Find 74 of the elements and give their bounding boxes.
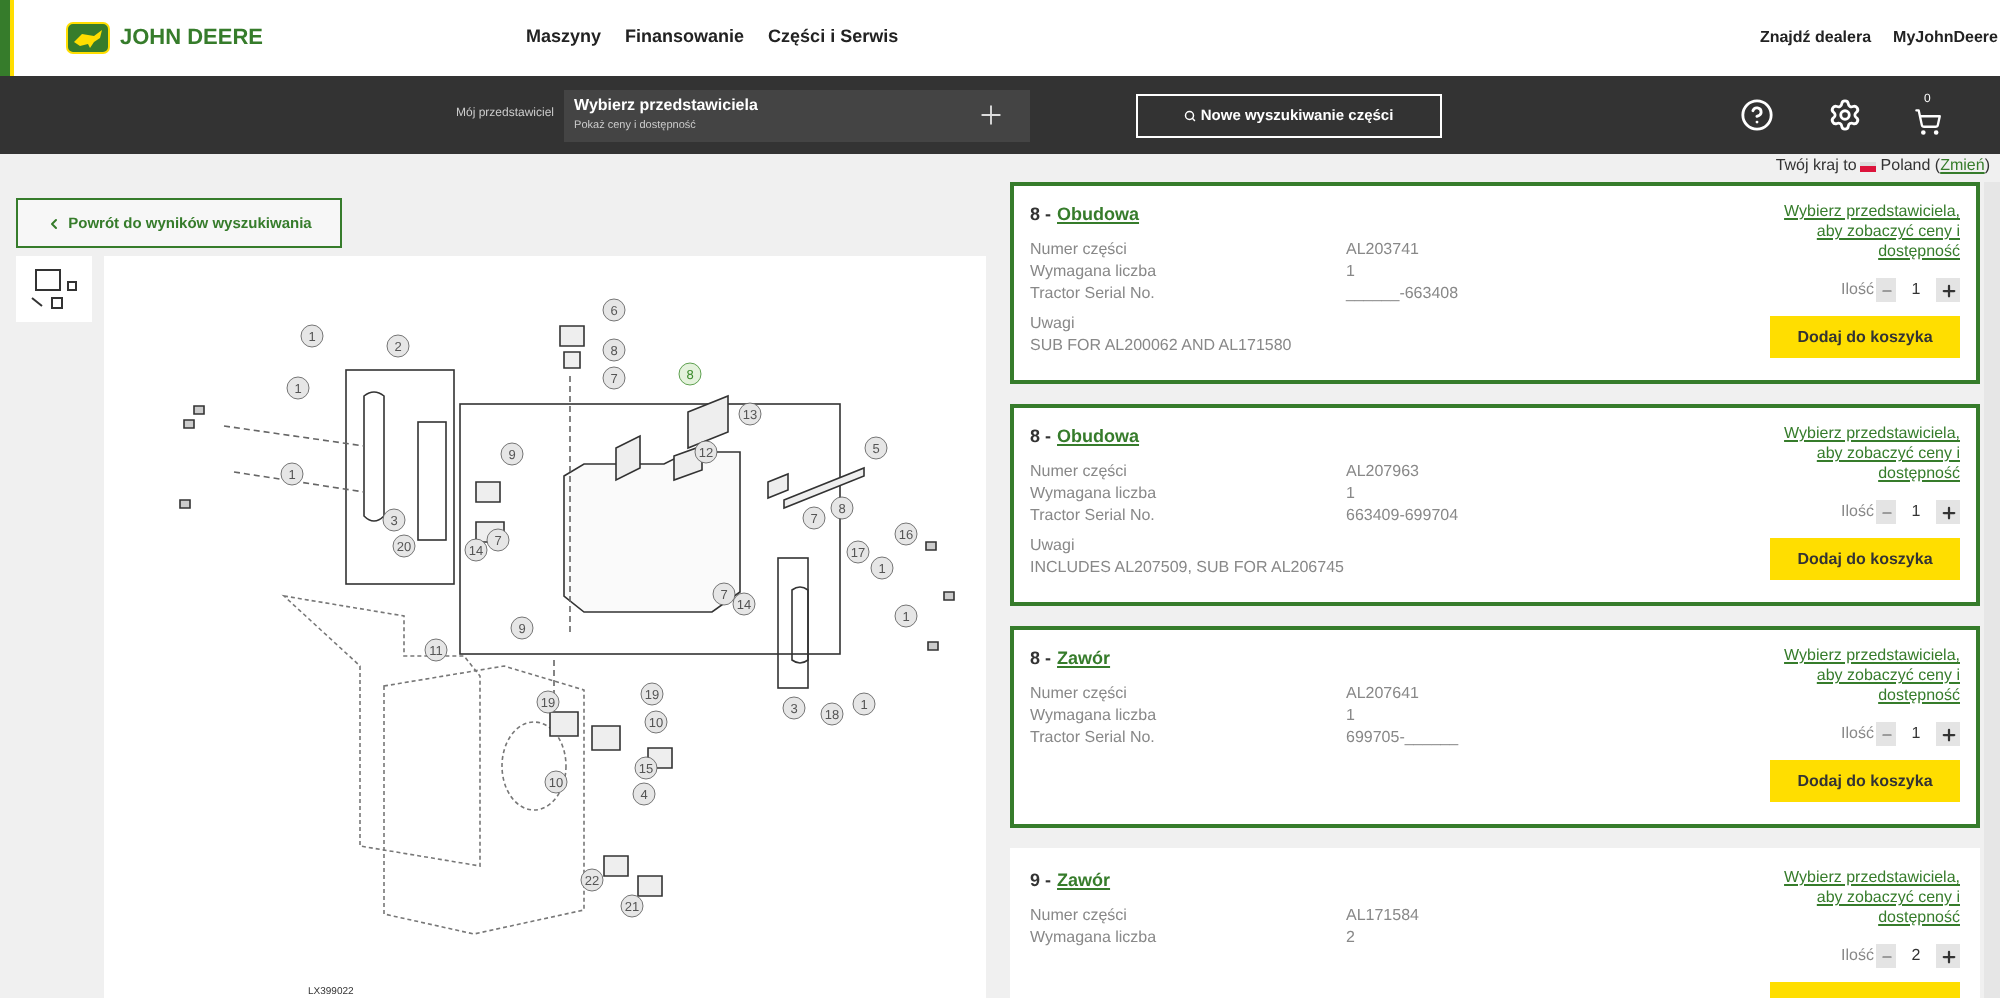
brand-name: JOHN DEERE xyxy=(120,23,264,54)
field-label: Numer części xyxy=(1030,237,1129,259)
price-availability-link[interactable]: Wybierz przedstawiciela, aby zobaczyć ceny i dostępność xyxy=(1780,868,1960,928)
increase-button[interactable] xyxy=(1936,722,1960,746)
part-name-link[interactable]: Zawór xyxy=(1057,646,1111,673)
field-value: 1 xyxy=(1346,703,1355,725)
poland-flag-icon xyxy=(1860,161,1877,171)
field-label: Tractor Serial No. xyxy=(1030,281,1157,303)
notes-label: Uwagi xyxy=(1030,311,1077,333)
nav-link[interactable]: Maszyny xyxy=(526,24,602,52)
field-label: Numer części xyxy=(1030,681,1129,703)
field-value: 2 xyxy=(1346,925,1355,947)
chevron-left-icon xyxy=(46,215,63,231)
field-label: Wymagana liczba xyxy=(1030,925,1159,947)
part-number: 8 - xyxy=(1030,424,1052,450)
plus-icon xyxy=(1939,947,1957,965)
field-value: AL207963 xyxy=(1346,459,1419,481)
field-label: Wymagana liczba xyxy=(1030,259,1159,281)
field-label: Wymagana liczba xyxy=(1030,703,1159,725)
quantity-label: Ilość xyxy=(1841,278,1874,302)
quantity-label: Ilość xyxy=(1841,944,1874,968)
field-value: 1 xyxy=(1346,481,1355,503)
deer-logo-icon xyxy=(66,22,110,54)
brand-stripe xyxy=(0,0,14,76)
increase-button[interactable] xyxy=(1936,944,1960,968)
price-availability-link[interactable]: Wybierz przedstawiciela, aby zobaczyć ceny i dostępność xyxy=(1780,202,1960,262)
field-value: ______-663408 xyxy=(1346,281,1459,303)
country-prefix: Twój kraj to xyxy=(1775,154,1857,178)
header-link[interactable]: MyJohnDeere xyxy=(1893,26,1998,50)
nav-link[interactable]: Części i Serwis xyxy=(768,24,899,52)
quantity-label: Ilość xyxy=(1841,500,1874,524)
field-label: Numer części xyxy=(1030,903,1129,925)
part-name-link[interactable]: Zawór xyxy=(1057,868,1111,895)
header-link[interactable]: Znajdź dealera xyxy=(1759,26,1872,50)
field-value: 663409-699704 xyxy=(1346,503,1459,525)
cart-icon xyxy=(1914,107,1943,135)
field-label: Tractor Serial No. xyxy=(1030,503,1157,525)
part-number: 8 - xyxy=(1030,646,1052,672)
part-number: 8 - xyxy=(1030,202,1052,228)
plus-icon xyxy=(1939,281,1957,299)
quantity-label: Ilość xyxy=(1841,722,1874,746)
plus-icon xyxy=(1939,725,1957,743)
part-name-link[interactable]: Obudowa xyxy=(1057,202,1140,229)
country-suffix: ) xyxy=(1984,154,1990,178)
search-icon xyxy=(1184,109,1197,121)
field-label: Wymagana liczba xyxy=(1030,481,1159,503)
field-label: Numer części xyxy=(1030,459,1129,481)
add-to-cart-button[interactable]: Dodaj do koszyka xyxy=(1770,760,1960,802)
dealer-title: Wybierz przedstawiciela xyxy=(574,94,758,119)
plus-icon xyxy=(1939,503,1957,521)
diagram-thumbnail[interactable] xyxy=(16,256,92,322)
increase-button[interactable] xyxy=(1936,500,1960,524)
part-number: 9 - xyxy=(1030,868,1052,894)
change-country-link[interactable]: Zmień xyxy=(1940,154,1985,178)
increase-button[interactable] xyxy=(1936,278,1960,302)
nav-link[interactable]: Finansowanie xyxy=(625,24,745,52)
notes-text: SUB FOR AL200062 AND AL171580 xyxy=(1030,333,1294,355)
notes-label: Uwagi xyxy=(1030,533,1077,555)
add-to-cart-button[interactable]: Dodaj do koszyka xyxy=(1770,538,1960,580)
field-label: Tractor Serial No. xyxy=(1030,725,1157,747)
part-name-link[interactable]: Obudowa xyxy=(1057,424,1140,451)
price-availability-link[interactable]: Wybierz przedstawiciela, aby zobaczyć ceny i dostępność xyxy=(1780,646,1960,706)
country-name: Poland ( xyxy=(1880,154,1941,178)
add-to-cart-button[interactable]: Dodaj do koszyka xyxy=(1770,316,1960,358)
plus-icon xyxy=(976,100,1007,130)
field-value: 1 xyxy=(1346,259,1355,281)
price-availability-link[interactable]: Wybierz przedstawiciela, aby zobaczyć ceny i dostępność xyxy=(1780,424,1960,484)
field-value: AL203741 xyxy=(1346,237,1419,259)
field-value: AL171584 xyxy=(1346,903,1419,925)
field-value: AL207641 xyxy=(1346,681,1419,703)
settings-icon[interactable] xyxy=(1828,98,1863,132)
field-value: 699705-______ xyxy=(1346,725,1459,747)
notes-text: INCLUDES AL207509, SUB FOR AL206745 xyxy=(1030,555,1346,577)
help-icon[interactable] xyxy=(1740,98,1775,132)
